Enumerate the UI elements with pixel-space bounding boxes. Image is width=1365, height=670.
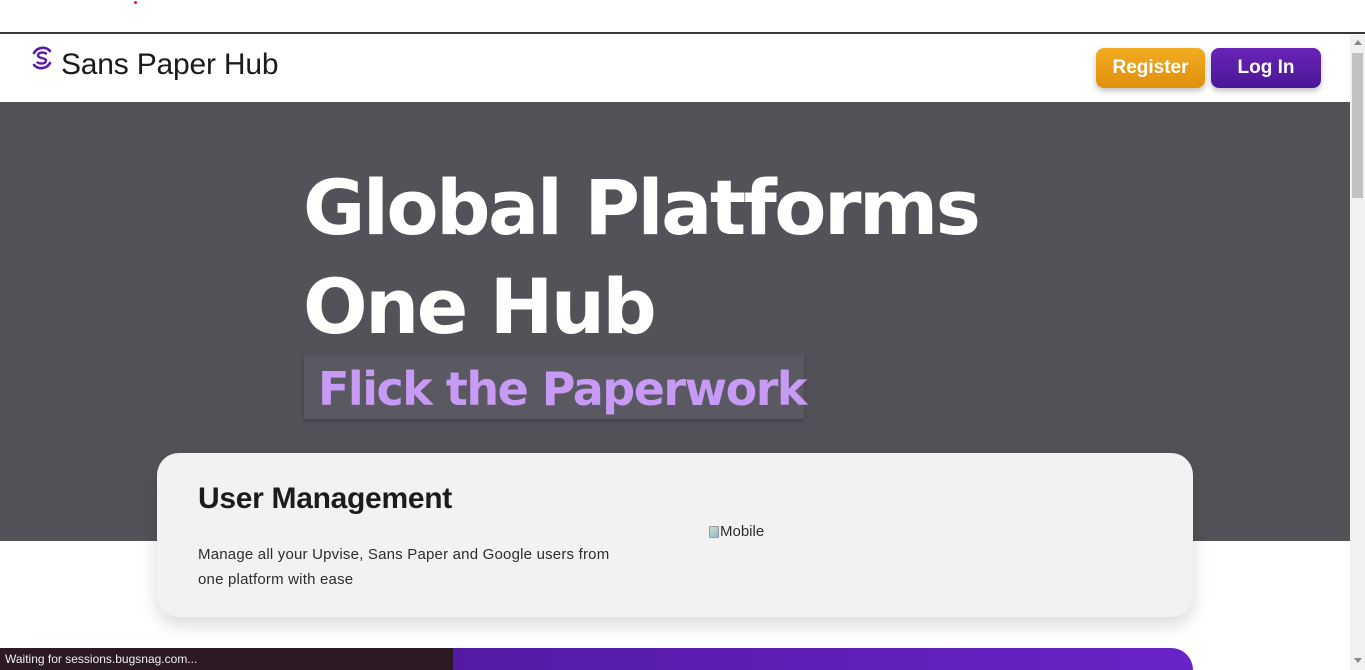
red-dot [134,1,137,4]
user-management-card: User Management Manage all your Upvise, … [157,453,1193,617]
scrollbar-thumb[interactable] [1352,53,1363,198]
mobile-image-placeholder: Mobile [709,523,764,540]
scroll-down-arrow-icon[interactable] [1354,658,1362,663]
browser-status-bar: Waiting for sessions.bugsnag.com... [0,648,453,670]
scroll-up-arrow-icon[interactable] [1354,40,1362,45]
card-title: User Management [198,482,452,515]
hero-title-line1: Global Platforms [303,163,981,252]
login-button[interactable]: Log In [1211,48,1321,88]
browser-top-strip [0,0,1365,34]
mobile-image-alt-text: Mobile [720,523,765,540]
hero-title-line2: One Hub [303,262,657,351]
sans-paper-s-logo-icon[interactable] [28,44,56,72]
broken-image-icon [709,525,719,538]
tagline-box: Flick the Paperwork [304,355,808,419]
hero-tagline: Flick the Paperwork [318,362,808,416]
brand-name[interactable]: Sans Paper Hub [61,48,279,82]
register-button[interactable]: Register [1096,48,1205,88]
card-description: Manage all your Upvise, Sans Paper and G… [198,546,610,588]
site-header: Sans Paper Hub Register Log In [0,35,1350,102]
page-scrollbar[interactable] [1350,35,1365,670]
